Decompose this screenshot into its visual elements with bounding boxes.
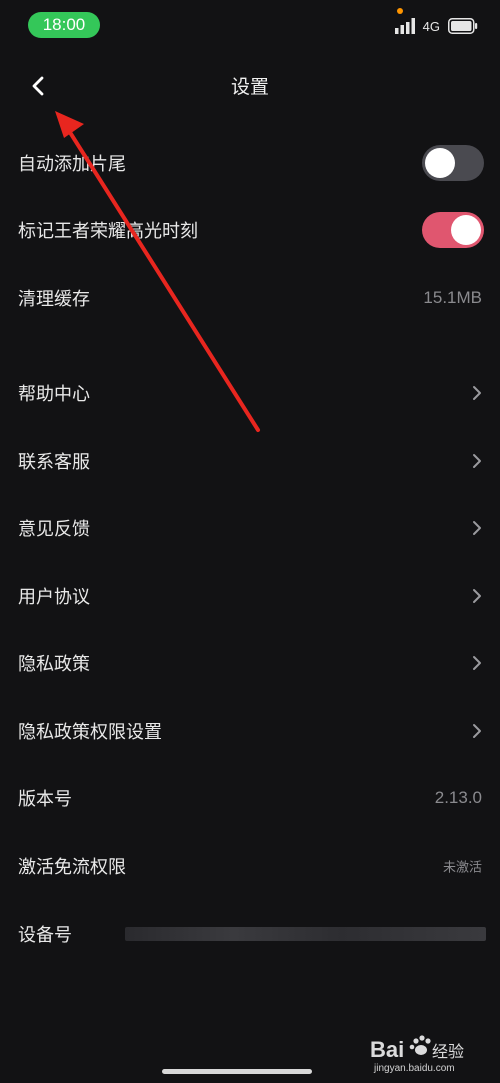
network-type: 4G [422,18,440,34]
status-bar: 18:00 4G [0,0,500,52]
page-title: 设置 [230,76,269,98]
setting-label: 自动添加片尾 [18,154,126,175]
setting-row-help-center[interactable]: 帮助中心 [0,363,500,423]
chevron-right-icon [473,724,481,738]
setting-row-contact-support[interactable]: 联系客服 [0,431,500,491]
chevron-right-icon [473,589,481,603]
setting-label: 激活免流权限 [18,857,126,878]
setting-row-version: 版本号 2.13.0 [0,768,500,828]
cache-size-value: 15.1MB [423,288,482,307]
recording-indicator-dot [397,8,403,14]
status-icons: 4G [394,16,478,36]
baidu-paw-logo: Bai 经验 jingyan.baidu.com [370,1035,464,1074]
setting-row-privacy-permissions[interactable]: 隐私政策权限设置 [0,701,500,761]
watermark-brand-suffix: 经验 [432,1042,464,1061]
free-data-status: 未激活 [442,860,482,876]
setting-row-privacy-policy[interactable]: 隐私政策 [0,633,500,693]
signal-icon [394,18,415,34]
setting-label: 意见反馈 [18,519,90,540]
setting-row-auto-add-ending: 自动添加片尾 [0,133,500,193]
nav-bar: 设置 [0,60,500,110]
setting-label: 联系客服 [18,452,90,473]
setting-label: 设备号 [18,925,72,946]
device-id-redacted [125,927,486,941]
auto-add-ending-toggle[interactable] [422,145,484,181]
setting-row-device-id: 设备号 [0,904,500,964]
chevron-right-icon [473,656,481,670]
setting-row-feedback[interactable]: 意见反馈 [0,498,500,558]
setting-row-user-agreement[interactable]: 用户协议 [0,566,500,626]
toggle-knob [451,215,481,245]
setting-row-clear-cache[interactable]: 清理缓存 15.1MB [0,268,500,328]
setting-label: 版本号 [18,789,72,810]
setting-row-mark-highlights: 标记王者荣耀高光时刻 [0,200,500,260]
watermark-url: jingyan.baidu.com [373,1063,455,1074]
chevron-right-icon [473,386,481,400]
setting-row-free-data[interactable]: 激活免流权限 未激活 [0,836,500,896]
home-indicator [162,1069,312,1074]
version-value: 2.13.0 [434,788,482,807]
chevron-right-icon [473,521,481,535]
setting-label: 清理缓存 [18,289,90,310]
chevron-right-icon [473,454,481,468]
setting-label: 用户协议 [18,587,90,608]
setting-label: 隐私政策 [18,654,90,675]
toggle-knob [425,148,455,178]
battery-icon [448,18,478,34]
setting-label: 帮助中心 [18,384,90,405]
baidu-jingyan-watermark: Bai 经验 jingyan.baidu.com [368,1027,488,1075]
setting-label: 隐私政策权限设置 [18,722,162,743]
watermark-brand: Bai [370,1037,404,1062]
status-time: 18:00 [28,12,100,38]
mark-highlights-toggle[interactable] [422,212,484,248]
setting-label: 标记王者荣耀高光时刻 [18,221,198,242]
